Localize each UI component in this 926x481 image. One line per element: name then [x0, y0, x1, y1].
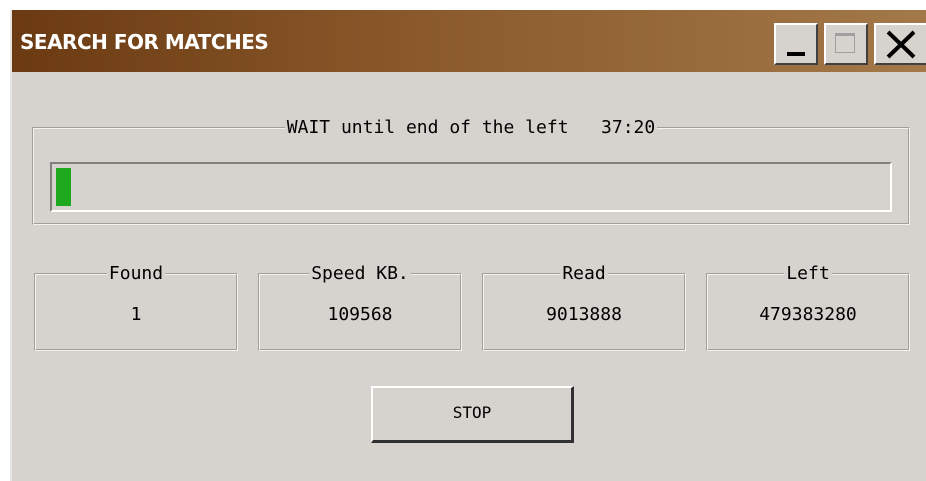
speed-group: Speed KB. 109568	[258, 263, 462, 351]
read-label: Read	[562, 263, 606, 284]
read-group: Read 9013888	[482, 263, 686, 351]
found-label: Found	[108, 263, 164, 284]
close-button[interactable]	[874, 23, 926, 65]
minimize-icon	[787, 52, 805, 56]
speed-value: 109568	[327, 304, 393, 325]
speed-label: Speed KB.	[311, 263, 409, 284]
left-group: Left 479383280	[706, 263, 910, 351]
progress-group: WAIT until end of the left 37:20	[32, 117, 910, 225]
found-value: 1	[130, 304, 142, 325]
left-label: Left	[786, 263, 830, 284]
found-group: Found 1	[34, 263, 238, 351]
read-value: 9013888	[546, 304, 622, 325]
minimize-button[interactable]	[774, 23, 818, 65]
progress-status-label: WAIT until end of the left 37:20	[286, 117, 656, 138]
title-bar[interactable]: SEARCH FOR MATCHES	[12, 10, 926, 72]
maximize-button[interactable]	[824, 23, 868, 65]
maximize-icon	[835, 33, 855, 53]
progress-bar-fill	[56, 168, 72, 206]
search-window: SEARCH FOR MATCHES WAIT until end of the…	[10, 10, 926, 481]
window-title: SEARCH FOR MATCHES	[20, 30, 269, 54]
progress-bar	[50, 162, 892, 212]
left-value: 479383280	[759, 304, 857, 325]
close-icon	[886, 30, 916, 59]
stop-button[interactable]: STOP	[371, 386, 574, 443]
